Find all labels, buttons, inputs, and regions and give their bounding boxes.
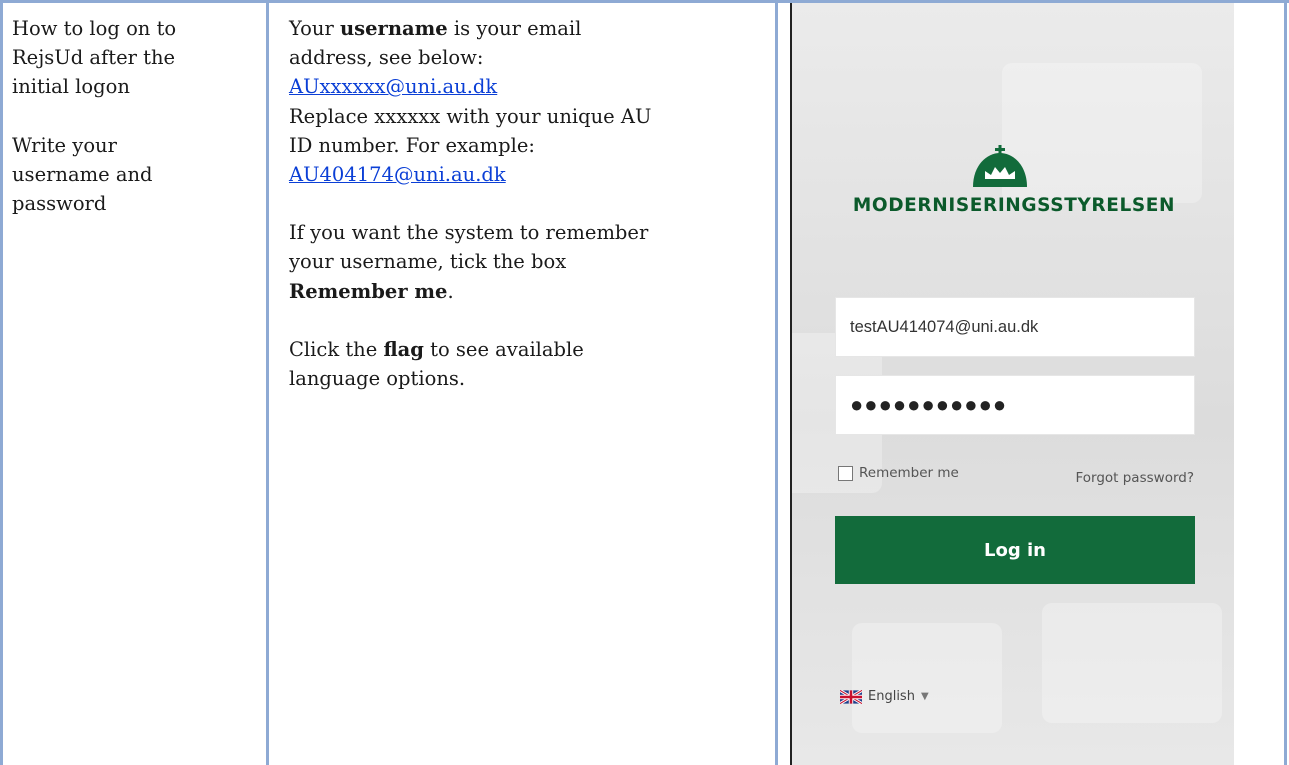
replace-line: Replace xxxxxx with your unique AU [289, 104, 652, 128]
remember-line: Remember me. [289, 279, 454, 303]
remember-me-checkbox[interactable]: Remember me [838, 465, 959, 481]
col1-line: username and [12, 162, 153, 186]
language-selector[interactable]: English ▼ [840, 689, 929, 704]
remember-line: your username, tick the box [289, 250, 567, 274]
table-column-divider-1 [266, 3, 269, 765]
login-screenshot: MODERNISERINGSSTYRELSEN testAU414074@uni… [790, 3, 1234, 765]
language-label: English [868, 689, 915, 704]
table-left-border [0, 3, 3, 765]
flag-paragraph-line: language options. [289, 367, 466, 391]
col1-line: RejsUd after the [12, 46, 176, 70]
instruction-details-cell: Your username is your email address, see… [289, 14, 769, 393]
replace-line: ID number. For example: [289, 133, 535, 157]
password-field[interactable]: ●●●●●●●●●●● [835, 375, 1195, 435]
document-page: How to log on to RejsUd after the initia… [0, 0, 1289, 765]
table-right-border [1284, 3, 1287, 765]
flag-emphasis: flag [383, 337, 424, 361]
background-key-shape [1002, 63, 1202, 203]
col1-line: initial logon [12, 75, 130, 99]
col1-line: password [12, 192, 107, 216]
username-emphasis: username [340, 17, 448, 40]
forgot-password-link[interactable]: Forgot password? [1075, 470, 1194, 486]
brand-wordmark: MODERNISERINGSSTYRELSEN [852, 195, 1176, 216]
email-example-link[interactable]: AU404174@uni.au.dk [289, 163, 506, 186]
caret-down-icon[interactable]: ▼ [921, 691, 929, 702]
username-paragraph-line: address, see below: [289, 46, 484, 70]
remember-me-emphasis: Remember me [289, 279, 448, 303]
background-key-shape [852, 623, 1002, 733]
remember-me-label: Remember me [859, 465, 959, 481]
flag-paragraph: Click the flag to see available [289, 337, 584, 361]
table-column-divider-2 [775, 3, 778, 765]
email-template-link[interactable]: AUxxxxxx@uni.au.dk [289, 75, 497, 98]
username-paragraph: Your username is your email [289, 17, 582, 40]
log-in-button[interactable]: Log in [835, 516, 1195, 584]
remember-line: If you want the system to remember [289, 221, 649, 245]
instruction-heading-cell: How to log on to RejsUd after the initia… [12, 14, 262, 218]
checkbox-box[interactable] [838, 465, 853, 481]
crown-logo-icon [973, 145, 1027, 187]
username-field[interactable]: testAU414074@uni.au.dk [835, 297, 1195, 357]
password-mask: ●●●●●●●●●●● [850, 392, 1008, 417]
uk-flag-icon[interactable] [840, 689, 862, 704]
background-key-shape [1042, 603, 1222, 723]
col1-line: Write your [12, 133, 117, 157]
col1-line: How to log on to [12, 17, 177, 40]
username-value: testAU414074@uni.au.dk [850, 317, 1039, 336]
